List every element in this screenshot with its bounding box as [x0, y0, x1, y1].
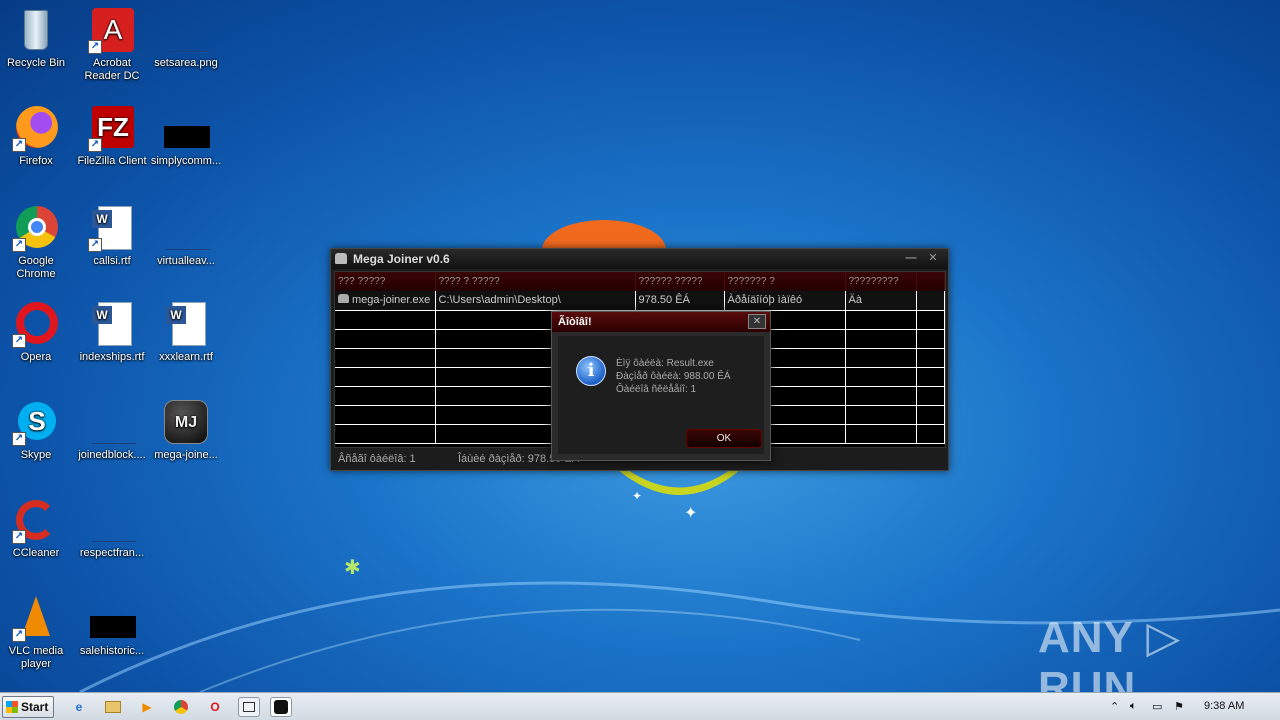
dialog-close-button[interactable]: ✕ — [748, 314, 766, 329]
shortcut-arrow-icon: ↗ — [12, 138, 26, 152]
column-header[interactable]: ????????? — [845, 272, 917, 291]
firefox-icon: ↗ — [12, 104, 60, 152]
ccleaner-icon: ↗ — [12, 496, 60, 544]
start-button[interactable]: Start — [2, 696, 54, 718]
desktop-icon-virtualleav[interactable]: virtualleav... — [148, 204, 224, 268]
vlc-icon: ↗ — [12, 594, 60, 642]
file-list-header: ??? ????? ???? ? ????? ?????? ????? ????… — [335, 272, 945, 291]
blank-file-icon — [88, 398, 136, 446]
task-window-taskbar-icon[interactable] — [238, 697, 260, 717]
black-file-icon — [88, 594, 136, 642]
black-file-icon — [162, 104, 210, 152]
word-document-icon: W — [162, 300, 210, 348]
desktop-icon-recycle-bin[interactable]: Recycle Bin — [0, 6, 74, 70]
network-icon[interactable]: ▭ — [1152, 700, 1162, 713]
dialog-title: Ãîòîâî! — [558, 316, 592, 328]
opera-icon: ↗ — [12, 300, 60, 348]
skype-icon: S ↗ — [12, 398, 60, 446]
windows-logo-icon — [6, 701, 18, 713]
flag-icon[interactable]: ⚑ — [1174, 700, 1184, 713]
system-tray: ⌃ 🔈︎ ▭ ⚑ 9:38 AM — [1104, 693, 1280, 720]
filezilla-icon: FZ ↗ — [88, 104, 136, 152]
shortcut-arrow-icon: ↗ — [12, 334, 26, 348]
start-label: Start — [21, 700, 49, 714]
ok-button[interactable]: OK — [686, 429, 762, 448]
blank-file-icon — [88, 496, 136, 544]
word-document-icon: W — [88, 300, 136, 348]
table-row[interactable]: mega-joiner.exe C:\Users\admin\Desktop\ … — [335, 291, 945, 311]
clock[interactable]: 9:38 AM — [1204, 700, 1244, 712]
table-cell: C:\Users\admin\Desktop\ — [435, 291, 636, 311]
desktop-icon-indexships[interactable]: W indexships.rtf — [74, 300, 150, 364]
table-cell: Àðåíäîíóþ ìàïêó — [724, 291, 846, 311]
mega-joiner-taskbar-button[interactable] — [270, 697, 292, 717]
column-header-blank — [916, 272, 945, 291]
desktop-icon-mega-joiner[interactable]: MJ mega-joine... — [148, 398, 224, 462]
column-header[interactable]: ??????? ? — [724, 272, 846, 291]
column-header[interactable]: ???? ? ????? — [435, 272, 636, 291]
desktop-icon-ccleaner[interactable]: ↗ CCleaner — [0, 496, 74, 560]
svg-text:✦: ✦ — [632, 489, 642, 503]
recycle-bin-icon — [12, 6, 60, 54]
table-cell: mega-joiner.exe — [352, 294, 431, 307]
desktop-icon-skype[interactable]: S ↗ Skype — [0, 398, 74, 462]
tray-expand-icon[interactable]: ⌃ — [1110, 700, 1119, 713]
table-cell: Äà — [845, 291, 917, 311]
dialog-line-file-name: Èìÿ ôàéëà: Result.exe — [616, 358, 714, 369]
column-header[interactable]: ??? ????? — [335, 272, 436, 291]
media-player-taskbar-icon[interactable]: ▶ — [136, 697, 158, 717]
shortcut-arrow-icon: ↗ — [88, 40, 102, 54]
shortcut-arrow-icon: ↗ — [88, 238, 102, 252]
desktop-icon-simplycomm[interactable]: simplycomm... — [148, 104, 224, 168]
taskbar: Start e ▶ O ⌃ 🔈︎ ▭ ⚑ 9:38 AM — [0, 692, 1280, 720]
desktop-icon-joinedblock[interactable]: joinedblock.... — [74, 398, 150, 462]
shortcut-arrow-icon: ↗ — [12, 432, 26, 446]
table-cell: 978.50 ÊÁ — [635, 291, 725, 311]
volume-icon[interactable]: 🔈︎ — [1130, 700, 1137, 713]
window-title: Mega Joiner v0.6 — [353, 252, 450, 266]
opera-taskbar-icon[interactable]: O — [204, 697, 226, 717]
desktop-icon-opera[interactable]: ↗ Opera — [0, 300, 74, 364]
close-button[interactable]: ✕ — [924, 251, 942, 265]
minimize-button[interactable]: — — [902, 251, 920, 265]
shortcut-arrow-icon: ↗ — [12, 628, 26, 642]
desktop-icon-callsi[interactable]: W ↗ callsi.rtf — [74, 204, 150, 268]
file-icon — [338, 294, 349, 304]
desktop-icon-salehistoric[interactable]: salehistoric... — [74, 594, 150, 658]
shortcut-arrow-icon: ↗ — [88, 138, 102, 152]
desktop-icon-setsarea[interactable]: setsarea.png — [148, 6, 224, 70]
blank-file-icon — [162, 204, 210, 252]
ie-taskbar-icon[interactable]: e — [68, 697, 90, 717]
desktop-icon-filezilla[interactable]: FZ ↗ FileZilla Client — [74, 104, 150, 168]
chrome-taskbar-icon[interactable] — [170, 697, 192, 717]
word-document-icon: W ↗ — [88, 204, 136, 252]
chrome-icon: ↗ — [12, 204, 60, 252]
window-titlebar[interactable]: Mega Joiner v0.6 — ✕ — [331, 249, 948, 269]
svg-text:✦: ✦ — [684, 503, 697, 522]
svg-text:✱: ✱ — [344, 555, 361, 579]
app-icon — [335, 253, 347, 264]
status-file-count: Âñåãî ôàéëîâ: 1 — [338, 453, 416, 465]
info-icon: i — [576, 356, 606, 386]
dialog-line-joined-count: Ôàéëîâ ñêëååíî: 1 — [616, 384, 697, 395]
result-dialog[interactable]: Ãîòîâî! ✕ i Èìÿ ôàéëà: Result.exe Ðàçìåð… — [551, 311, 771, 461]
desktop-icon-respectfran[interactable]: respectfran... — [74, 496, 150, 560]
desktop-icon-chrome[interactable]: ↗ Google Chrome — [0, 204, 74, 281]
dialog-body: i Èìÿ ôàéëà: Result.exe Ðàçìåð ôàéëà: 98… — [558, 336, 764, 454]
desktop-icon-firefox[interactable]: ↗ Firefox — [0, 104, 74, 168]
shortcut-arrow-icon: ↗ — [12, 238, 26, 252]
acrobat-icon: A ↗ — [88, 6, 136, 54]
mega-joiner-icon: MJ — [162, 398, 210, 446]
column-header[interactable]: ?????? ????? — [635, 272, 725, 291]
explorer-taskbar-icon[interactable] — [102, 697, 124, 717]
desktop-icon-vlc[interactable]: ↗ VLC media player — [0, 594, 74, 671]
dialog-message: Èìÿ ôàéëà: Result.exe Ðàçìåð ôàéëà: 988.… — [616, 357, 731, 396]
image-file-icon — [162, 6, 210, 54]
desktop-icon-xxxlearn[interactable]: W xxxlearn.rtf — [148, 300, 224, 364]
dialog-titlebar[interactable]: Ãîòîâî! ✕ — [552, 312, 770, 332]
shortcut-arrow-icon: ↗ — [12, 530, 26, 544]
desktop-icon-acrobat[interactable]: A ↗ Acrobat Reader DC — [74, 6, 150, 83]
dialog-line-file-size: Ðàçìåð ôàéëà: 988.00 ÊÁ — [616, 371, 731, 382]
